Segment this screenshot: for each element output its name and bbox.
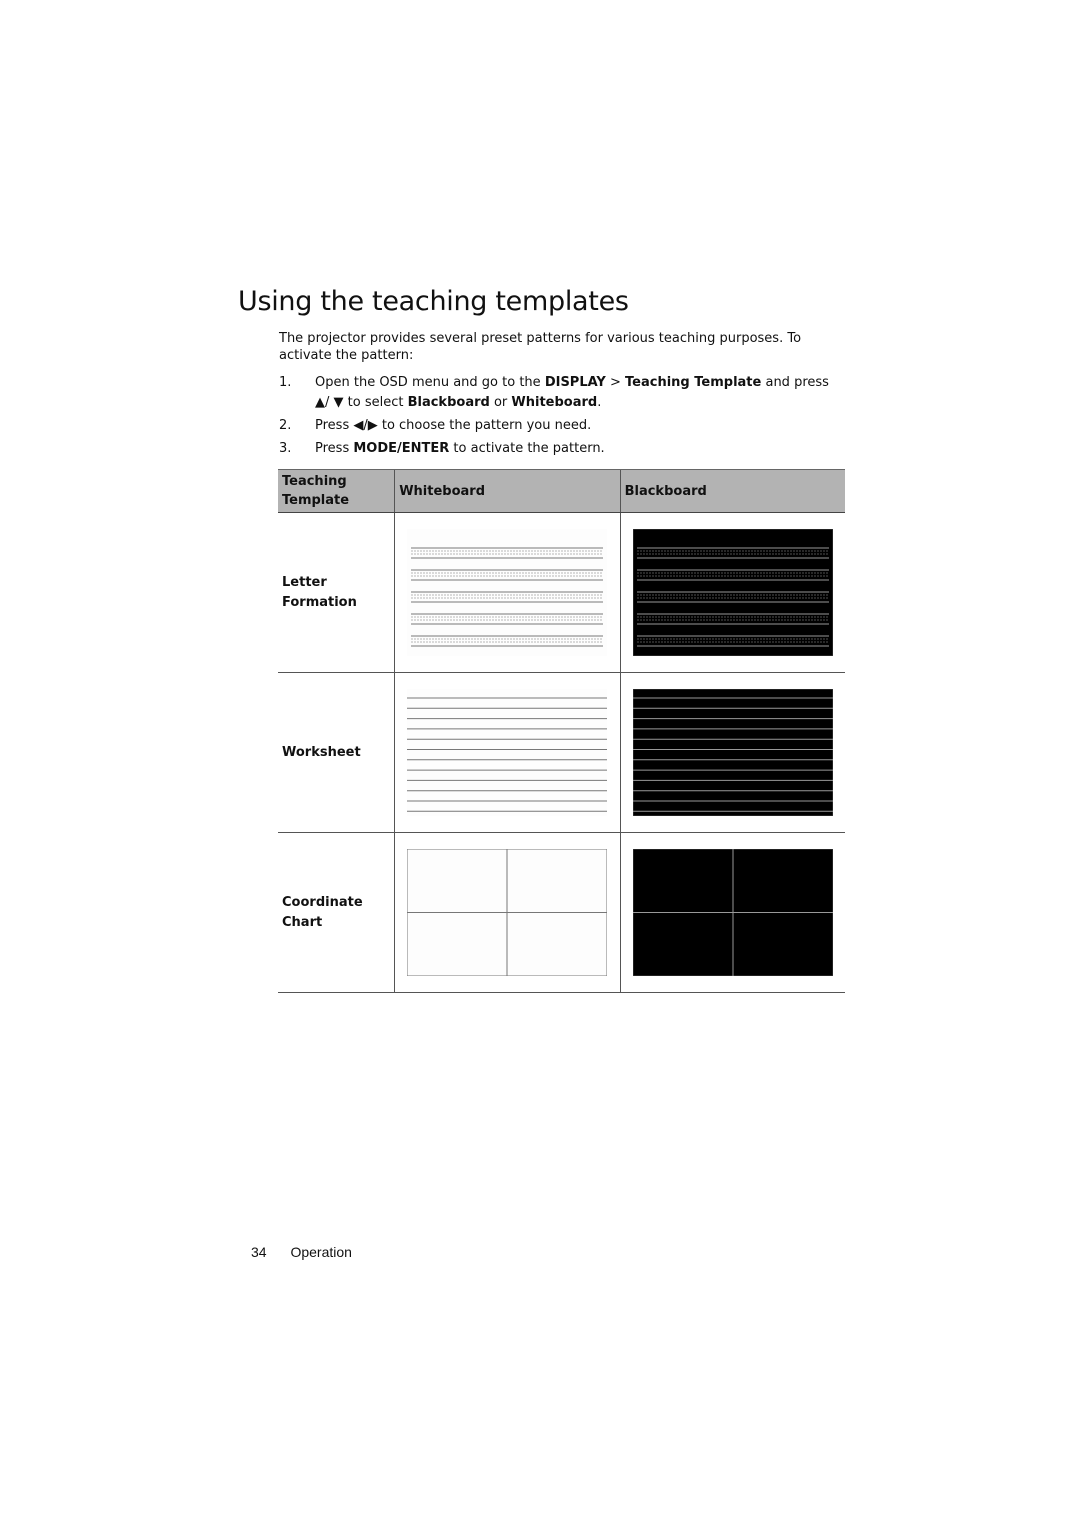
table-row: Letter Formation: [278, 512, 845, 673]
step-emphasis: Blackboard: [407, 395, 490, 410]
pattern-canvas: [407, 529, 608, 656]
table-row: Coordinate Chart: [278, 832, 845, 993]
step-text-part: Open the OSD menu and go to the: [315, 375, 545, 390]
step-text-part: to activate the pattern.: [449, 441, 605, 456]
table-row: Worksheet: [278, 672, 845, 833]
step-text-part: >: [605, 375, 626, 390]
page-number: 34: [251, 1244, 267, 1260]
step-item: 2. Press ◀/▶ to choose the pattern you ne…: [279, 416, 844, 436]
header-blackboard: Blackboard: [619, 469, 845, 513]
table-header-row: Teaching Template Whiteboard Blackboard: [278, 469, 845, 513]
instruction-steps: 1. Open the OSD menu and go to the DISPLA…: [279, 373, 844, 462]
whiteboard-worksheet-pattern: [407, 689, 608, 816]
section-name: Operation: [290, 1244, 352, 1260]
pattern-canvas: [632, 689, 833, 816]
step-text: Press ◀/▶ to choose the pattern you need…: [315, 418, 591, 433]
step-item: 3. Press MODE/ENTER to activate the patte…: [279, 439, 844, 459]
step-emphasis: Whiteboard: [511, 395, 598, 410]
step-emphasis: MODE/ENTER: [353, 441, 450, 456]
step-text-part: Press: [315, 441, 354, 456]
step-text-part: Press ◀/▶ to choose the pattern you need…: [315, 418, 592, 433]
step-text-part: .: [597, 395, 602, 410]
page-title: Using the teaching templates: [238, 286, 629, 317]
page-footer: 34 Operation: [251, 1244, 352, 1260]
step-text: Open the OSD menu and go to the DISPLAY …: [315, 375, 829, 410]
blackboard-coordinate-chart-pattern: [632, 849, 833, 976]
blackboard-worksheet-pattern: [632, 689, 833, 816]
step-text: Press MODE/ENTER to activate the pattern…: [315, 441, 605, 456]
row-label-letter-formation: Letter Formation: [278, 512, 395, 673]
row-label-worksheet: Worksheet: [278, 672, 395, 833]
step-emphasis: Teaching Template: [625, 375, 762, 390]
pattern-canvas: [632, 529, 833, 656]
row-label-coordinate-chart: Coordinate Chart: [278, 832, 395, 993]
step-text-part: or: [489, 395, 512, 410]
teaching-template-table: Teaching Template Whiteboard Blackboard …: [278, 469, 845, 993]
pattern-canvas: [407, 689, 608, 816]
step-number: 3.: [279, 441, 292, 456]
header-whiteboard: Whiteboard: [394, 469, 621, 513]
step-number: 2.: [279, 418, 292, 433]
blackboard-letter-formation-pattern: [632, 529, 833, 656]
pattern-canvas: [407, 849, 608, 976]
step-item: 1. Open the OSD menu and go to the DISPLA…: [279, 373, 844, 413]
pattern-canvas: [632, 849, 833, 976]
whiteboard-coordinate-chart-pattern: [407, 849, 608, 976]
intro-paragraph: The projector provides several preset pa…: [279, 331, 802, 363]
header-teaching-template: Teaching Template: [278, 469, 395, 513]
step-number: 1.: [279, 375, 292, 390]
whiteboard-letter-formation-pattern: [407, 529, 608, 656]
step-emphasis: DISPLAY: [544, 375, 606, 390]
